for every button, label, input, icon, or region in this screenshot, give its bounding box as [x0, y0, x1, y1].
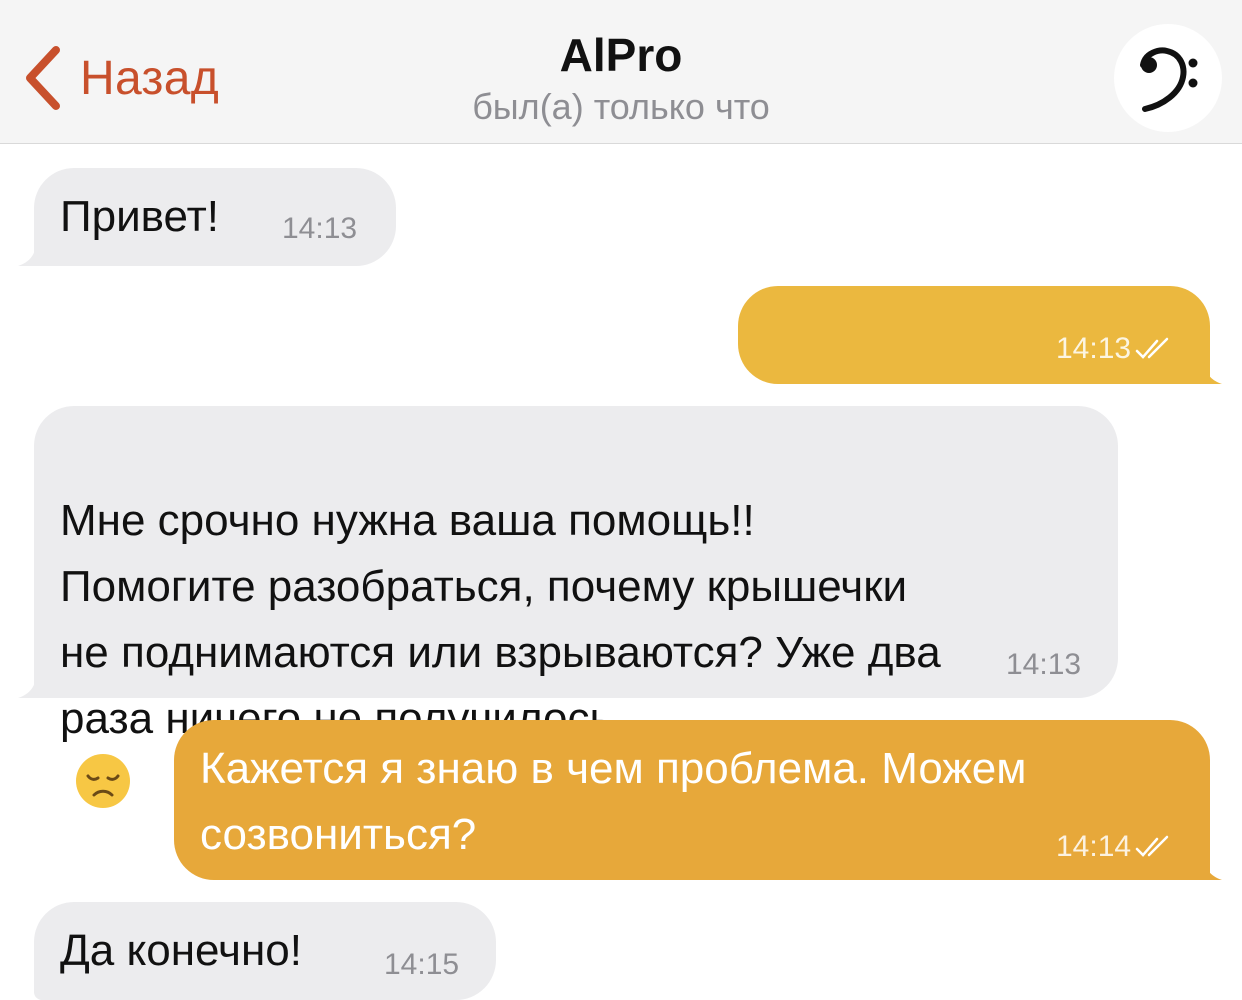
bass-clef-icon: [1140, 47, 1198, 112]
double-check-icon: [1135, 835, 1169, 857]
chat-header: Назад AlPro был(а) только что: [0, 0, 1242, 144]
message-time-text: 14:14: [1056, 830, 1132, 863]
message-bubble[interactable]: Мне срочно нужна ваша помощь!! Помогите …: [34, 406, 1118, 808]
message-text: Кажется я знаю в чем проблема. Можем соз…: [200, 744, 1027, 859]
message-time-text: 14:13: [1056, 332, 1132, 365]
message-text: Привет!: [60, 192, 219, 241]
contact-status: был(а) только что: [472, 86, 770, 127]
message-time: 14:15: [384, 948, 460, 981]
message-text: Да конечно!: [60, 926, 302, 975]
message-time: 14:13: [1006, 648, 1082, 681]
message-bubble[interactable]: Да конечно! 14:15: [34, 902, 496, 1000]
message-time: 14:13: [282, 212, 358, 245]
disappointed-face-icon: [76, 754, 130, 808]
double-check-icon: [1135, 337, 1169, 359]
message-text-content: Мне срочно нужна ваша помощь!! Помогите …: [60, 496, 941, 743]
message-bubble[interactable]: Привет! 14:13: [34, 168, 396, 266]
message-bubble[interactable]: Кажется я знаю в чем проблема. Можем соз…: [174, 720, 1210, 880]
bubble-tail: [18, 674, 44, 698]
message-time: 14:13: [1056, 334, 1175, 364]
message-bubble[interactable]: Привет 14:13: [738, 286, 1210, 488]
chat-title[interactable]: AlPro: [0, 28, 1242, 82]
bubble-tail: [18, 242, 44, 266]
avatar[interactable]: [1114, 24, 1222, 132]
message-time: 14:14: [1056, 832, 1175, 862]
bubble-tail: [1196, 360, 1222, 384]
bubble-tail: [1196, 856, 1222, 880]
